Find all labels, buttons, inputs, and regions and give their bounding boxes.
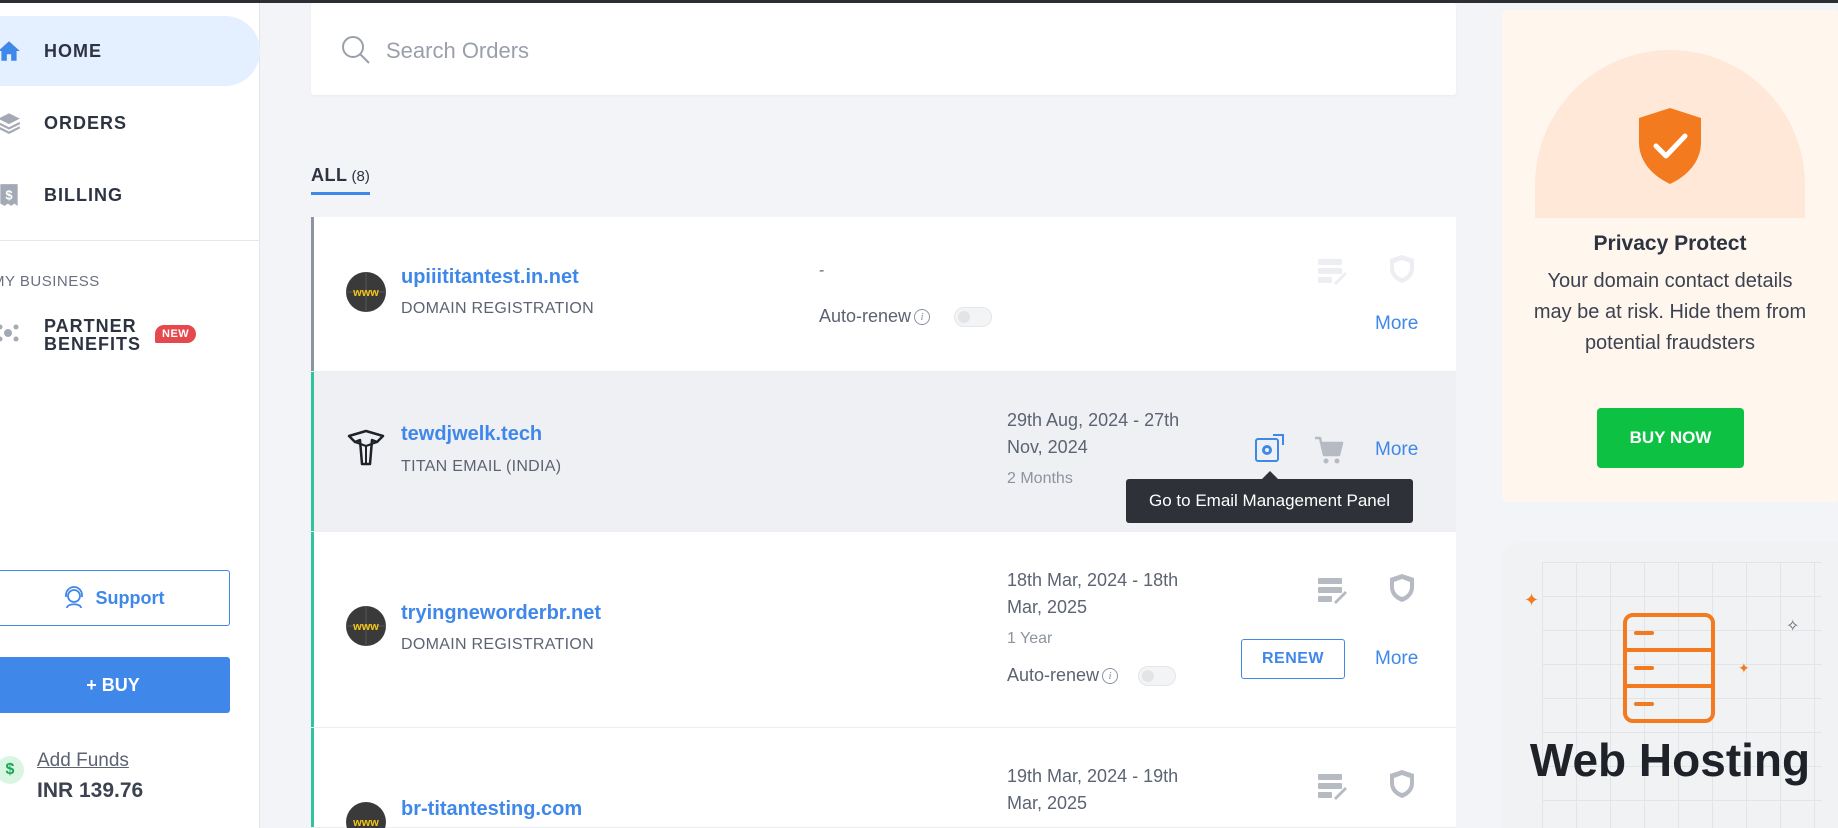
shield-icon[interactable] [1386,572,1418,604]
web-hosting-card[interactable]: ✦ ✦ ✧ Web Hosting [1502,542,1838,828]
status-stripe [311,728,314,827]
svg-text:www: www [352,817,379,828]
dns-edit-icon[interactable] [1316,770,1348,802]
search-input[interactable] [386,33,1286,69]
home-icon [0,41,20,61]
auto-renew-toggle[interactable] [1138,665,1177,686]
order-dates: 18th Mar, 2024 - 18th Mar, 2025 [1007,570,1179,617]
auto-renew: Auto-renew i [1007,665,1177,686]
order-dates: 29th Aug, 2024 - 27th Nov, 2024 [1007,410,1180,457]
auto-renew-label: Auto-renew [1007,665,1100,685]
auto-renew: Auto-renew i [819,306,993,327]
tab-all[interactable]: ALL (8) [311,165,370,195]
order-row: www tryingneworderbr.net DOMAIN REGISTRA… [311,532,1456,728]
buy-now-button[interactable]: BUY NOW [1597,408,1744,468]
sparkle-icon: ✧ [1786,618,1800,635]
search-box [311,3,1456,95]
order-duration: 1 Year [1007,630,1053,647]
email-panel-icon[interactable] [1253,433,1285,465]
order-type: DOMAIN REGISTRATION [401,300,594,317]
add-funds-link[interactable]: Add Funds [37,750,129,772]
buy-button[interactable]: + BUY [0,657,230,713]
tab-count: (8) [351,168,370,185]
order-name[interactable]: tryingneworderbr.net [401,602,601,625]
privacy-protect-card: Privacy Protect Your domain contact deta… [1502,10,1838,502]
order-dates: 19th Mar, 2024 - 19th Mar, 2025 [1007,766,1179,813]
order-type: TITAN EMAIL (INDIA) [401,458,562,475]
sidebar-item-home[interactable]: HOME [0,16,260,86]
www-globe-icon: www [346,802,386,828]
auto-renew-label: Auto-renew [819,306,912,326]
sparkle-icon: ✦ [1524,590,1540,610]
promo-title: Web Hosting [1529,734,1811,786]
more-link[interactable]: More [1375,439,1418,461]
more-link[interactable]: More [1375,313,1418,335]
sidebar-item-label: BILLING [44,184,123,205]
shield-icon[interactable] [1386,768,1418,800]
server-icon [1623,613,1715,723]
tab-label: ALL [311,165,348,185]
new-badge: NEW [155,325,197,343]
sidebar-item-billing[interactable]: $ BILLING [0,160,260,230]
svg-text:$: $ [5,187,13,202]
sidebar-item-label: HOME [44,40,102,61]
dns-edit-icon[interactable] [1316,574,1348,606]
auto-renew-toggle[interactable] [954,306,993,327]
more-link[interactable]: More [1375,648,1418,670]
order-name[interactable]: upiiititantest.in.net [401,266,579,289]
www-globe-icon: www [346,606,386,646]
sidebar-item-label: ORDERS [44,112,128,133]
sidebar-item-orders[interactable]: ORDERS [0,88,260,158]
section-title: MY BUSINESS [0,273,100,290]
order-name[interactable]: tewdjwelk.tech [401,423,542,446]
support-label: Support [95,587,165,608]
order-row: www upiiititantest.in.net DOMAIN REGISTR… [311,217,1456,372]
status-stripe [311,372,314,531]
status-stripe [311,532,314,727]
search-icon [342,36,370,64]
order-duration: 2 Months [1007,470,1073,487]
order-name[interactable]: br-titantesting.com [401,798,582,821]
receipt-icon: $ [0,184,18,206]
order-type: DOMAIN REGISTRATION [401,636,594,653]
sidebar-item-partner-benefits[interactable]: PARTNER BENEFITS NEW [0,313,260,357]
account-balance: INR 139.76 [37,779,144,802]
svg-text:www: www [352,621,379,633]
network-icon [0,324,19,342]
order-row: www br-titantesting.com 19th Mar, 2024 -… [311,728,1456,828]
layers-icon [0,113,21,134]
shield-icon[interactable] [1386,253,1418,285]
titan-logo-icon [347,429,385,466]
promo-description: Your domain contact details may be at ri… [1533,270,1807,354]
sidebar-divider [0,240,260,241]
email-panel-tooltip: Go to Email Management Panel [1126,471,1413,523]
www-globe-icon: www [346,272,386,312]
svg-text:www: www [352,287,379,299]
cart-icon[interactable] [1313,434,1345,466]
headset-icon [64,586,83,609]
sidebar: HOME ORDERS $ BILLING MY BUSINESS PARTNE… [0,3,260,828]
shield-check-icon [1639,108,1701,184]
info-icon[interactable]: i [914,308,931,325]
dns-edit-icon[interactable] [1316,255,1348,287]
status-stripe [311,217,314,371]
dollar-icon: $ [0,756,24,784]
renew-button[interactable]: RENEW [1241,639,1345,679]
support-button[interactable]: Support [0,570,230,626]
promo-title: Privacy Protect [1593,232,1747,255]
info-icon[interactable]: i [1102,667,1119,684]
order-dates: - [819,262,825,279]
sparkle-icon: ✦ [1738,660,1750,676]
sidebar-item-label: PARTNER BENEFITS [44,316,142,354]
